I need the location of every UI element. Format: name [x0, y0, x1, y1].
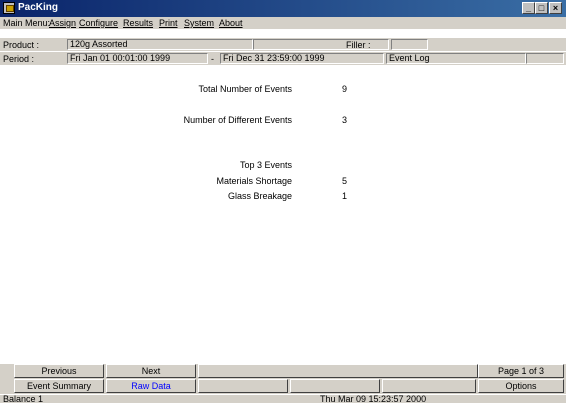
event-count: 1 [342, 191, 348, 201]
filler-field [391, 39, 428, 50]
event-count: 5 [342, 176, 348, 186]
menu-assign[interactable]: Assign [49, 18, 76, 28]
previous-button[interactable]: Previous [14, 364, 104, 378]
menu-print[interactable]: Print [159, 18, 178, 28]
period-row: Period : Fri Jan 01 00:01:00 1999 - Fri … [0, 52, 566, 65]
total-events-label: Total Number of Events [198, 84, 292, 94]
status-bar: Balance 1 Thu Mar 09 15:23:57 2000 [0, 395, 566, 403]
menu-label: Main Menu: [3, 18, 51, 28]
report-content: Total Number of Events 9 Number of Diffe… [0, 68, 566, 364]
period-start-field: Fri Jan 01 00:01:00 1999 [67, 53, 208, 64]
menu-system[interactable]: System [184, 18, 214, 28]
product-label: Product : [3, 40, 40, 50]
report-name-field: Event Log [386, 53, 526, 64]
tab-empty-1[interactable] [198, 379, 288, 393]
different-events-value: 3 [342, 115, 348, 125]
status-left-text: Balance 1 [3, 395, 44, 403]
event-name: Glass Breakage [227, 191, 292, 201]
title-bar: PacKing _ □ × [0, 0, 566, 17]
event-name: Materials Shortage [216, 176, 292, 186]
period-separator: - [211, 54, 214, 64]
app-icon [3, 2, 15, 14]
menu-about[interactable]: About [219, 18, 243, 28]
product-row: Product : 120g Assorted Filler : [0, 38, 566, 51]
menu-configure[interactable]: Configure [79, 18, 118, 28]
total-events-value: 9 [342, 84, 348, 94]
close-button[interactable]: × [549, 2, 562, 14]
top-events-heading: Top 3 Events [239, 160, 292, 170]
nav-row: Previous Next Page 1 of 3 [0, 364, 566, 379]
minimize-button[interactable]: _ [522, 2, 535, 14]
report-extra-field [526, 53, 564, 64]
tab-empty-2[interactable] [290, 379, 380, 393]
tab-event-summary[interactable]: Event Summary [14, 379, 104, 393]
period-label: Period : [3, 54, 35, 64]
different-events-label: Number of Different Events [183, 115, 292, 125]
tab-row: Event Summary Raw Data Options [0, 379, 566, 394]
next-button[interactable]: Next [106, 364, 196, 378]
options-button[interactable]: Options [478, 379, 564, 393]
status-datetime: Thu Mar 09 15:23:57 2000 [320, 395, 427, 403]
period-end-field: Fri Dec 31 23:59:00 1999 [220, 53, 384, 64]
page-indicator: Page 1 of 3 [478, 364, 564, 378]
tab-empty-3[interactable] [382, 379, 476, 393]
menu-results[interactable]: Results [123, 18, 153, 28]
window-title: PacKing [18, 2, 59, 13]
product-field: 120g Assorted [67, 39, 253, 50]
nav-empty-slot [198, 364, 478, 378]
menu-bar: Main Menu: Assign Configure Results Prin… [0, 17, 566, 29]
maximize-button[interactable]: □ [535, 2, 548, 14]
tab-raw-data[interactable]: Raw Data [106, 379, 196, 393]
filler-label: Filler : [346, 40, 371, 50]
